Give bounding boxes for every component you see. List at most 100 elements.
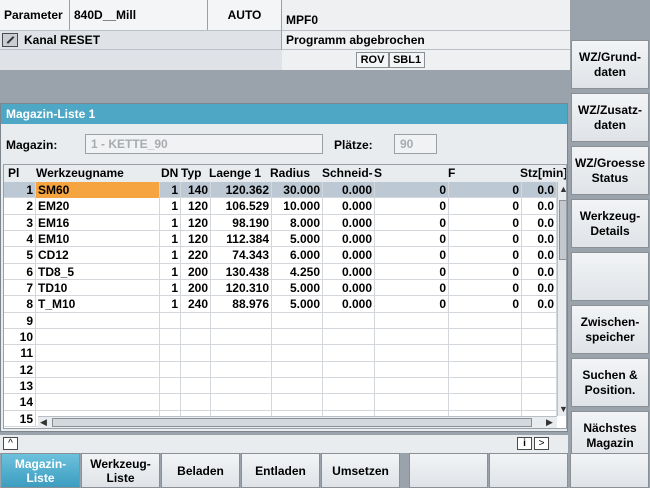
cell-s[interactable]: 0 [375, 279, 449, 296]
horizontal-scrollbar[interactable]: ◀ ▶ [38, 416, 557, 428]
cell-pl[interactable]: 12 [4, 361, 36, 378]
cell-radius[interactable] [272, 328, 323, 345]
cell-dn[interactable] [160, 312, 181, 329]
cell-dn[interactable]: 1 [160, 214, 181, 231]
cell-dn[interactable] [160, 345, 181, 362]
cell-laenge1[interactable] [211, 377, 272, 394]
softkey-wz-zusatzdaten[interactable]: WZ/Zusatz-daten [571, 93, 649, 142]
cell-s[interactable]: 0 [375, 296, 449, 313]
cell-radius[interactable] [272, 345, 323, 362]
scroll-left-icon[interactable]: ◀ [40, 417, 47, 427]
cell-werkzeugname[interactable]: TD10 [36, 279, 160, 296]
cell-schneid[interactable] [323, 377, 375, 394]
cell-s[interactable] [375, 361, 449, 378]
cell-f[interactable]: 0 [449, 182, 522, 198]
cell-s[interactable]: 0 [375, 182, 449, 198]
cell-stz[interactable]: 0.0 [522, 296, 557, 313]
cell-f[interactable] [449, 345, 522, 362]
cell-laenge1[interactable]: 74.343 [211, 247, 272, 264]
softkey-werkzeug-details[interactable]: Werkzeug- Details [571, 199, 649, 248]
cell-s[interactable] [375, 312, 449, 329]
cell-schneid[interactable] [323, 394, 375, 411]
cell-radius[interactable]: 5.000 [272, 296, 323, 313]
softkey-magazin-liste[interactable]: Magazin- Liste [1, 453, 80, 488]
cell-typ[interactable] [181, 345, 211, 362]
scroll-right-icon[interactable]: ▶ [546, 417, 553, 427]
cell-werkzeugname[interactable] [36, 312, 160, 329]
cell-f[interactable] [449, 328, 522, 345]
table-row[interactable]: 7 TD10 1 200 120.310 5.000 0.000 0 0 0.0 [4, 279, 557, 297]
softkey-umsetzen[interactable]: Umsetzen [321, 453, 400, 488]
cell-radius[interactable]: 10.000 [272, 198, 323, 215]
table-row[interactable]: 9 [4, 312, 557, 329]
cell-f[interactable] [449, 377, 522, 394]
cell-dn[interactable]: 1 [160, 263, 181, 280]
softkey-empty-7[interactable] [489, 453, 568, 488]
cell-stz[interactable]: 0.0 [522, 198, 557, 215]
cell-typ[interactable] [181, 328, 211, 345]
next-arrow-icon[interactable]: > [534, 437, 549, 450]
softkey-zwischenspeicher[interactable]: Zwischen-speicher [571, 305, 649, 354]
cell-radius[interactable] [272, 312, 323, 329]
scroll-down-icon[interactable]: ▼ [559, 404, 566, 414]
scroll-up-icon[interactable]: ▲ [559, 184, 566, 194]
cell-pl[interactable]: 5 [4, 247, 36, 264]
cell-pl[interactable]: 4 [4, 230, 36, 247]
cell-schneid[interactable]: 0.000 [323, 247, 375, 264]
cell-radius[interactable]: 5.000 [272, 230, 323, 247]
cell-stz[interactable] [522, 328, 557, 345]
cell-stz[interactable] [522, 394, 557, 411]
softkey-wz-grunddaten[interactable]: WZ/Grund-daten [571, 40, 649, 89]
table-row[interactable]: 3 EM16 1 120 98.190 8.000 0.000 0 0 0.0 [4, 214, 557, 231]
cell-schneid[interactable] [323, 312, 375, 329]
cell-werkzeugname[interactable]: SM60 [36, 182, 160, 198]
cell-schneid[interactable]: 0.000 [323, 296, 375, 313]
cell-schneid[interactable]: 0.000 [323, 182, 375, 198]
table-row[interactable]: 12 [4, 361, 557, 378]
cell-pl[interactable]: 11 [4, 345, 36, 362]
cell-dn[interactable]: 1 [160, 296, 181, 313]
softkey-werkzeug-liste[interactable]: Werkzeug- Liste [81, 453, 160, 488]
cell-radius[interactable] [272, 377, 323, 394]
cell-f[interactable] [449, 312, 522, 329]
softkey-empty-5[interactable] [571, 252, 649, 301]
cell-f[interactable]: 0 [449, 247, 522, 264]
softkey-empty-8[interactable] [570, 453, 649, 488]
cell-typ[interactable]: 120 [181, 230, 211, 247]
cell-werkzeugname[interactable]: T_M10 [36, 296, 160, 313]
cell-typ[interactable] [181, 377, 211, 394]
cell-typ[interactable]: 140 [181, 182, 211, 198]
cell-werkzeugname[interactable] [36, 328, 160, 345]
cell-laenge1[interactable]: 130.438 [211, 263, 272, 280]
cell-typ[interactable] [181, 361, 211, 378]
softkey-entladen[interactable]: Entladen [241, 453, 320, 488]
cell-pl[interactable]: 14 [4, 394, 36, 411]
cell-dn[interactable] [160, 394, 181, 411]
cell-s[interactable]: 0 [375, 198, 449, 215]
cell-schneid[interactable]: 0.000 [323, 279, 375, 296]
cell-s[interactable]: 0 [375, 263, 449, 280]
cell-pl[interactable]: 9 [4, 312, 36, 329]
cell-werkzeugname[interactable]: EM10 [36, 230, 160, 247]
cell-dn[interactable]: 1 [160, 279, 181, 296]
cell-typ[interactable]: 120 [181, 214, 211, 231]
cell-radius[interactable] [272, 361, 323, 378]
cell-radius[interactable]: 30.000 [272, 182, 323, 198]
cell-laenge1[interactable] [211, 328, 272, 345]
cell-s[interactable] [375, 394, 449, 411]
cell-pl[interactable]: 2 [4, 198, 36, 215]
cell-stz[interactable]: 0.0 [522, 182, 557, 198]
cell-s[interactable]: 0 [375, 247, 449, 264]
cell-stz[interactable]: 0.0 [522, 214, 557, 231]
vertical-scrollbar[interactable]: ▲ ▼ [557, 182, 566, 416]
cell-pl[interactable]: 8 [4, 296, 36, 313]
cell-radius[interactable]: 5.000 [272, 279, 323, 296]
table-row[interactable]: 2 EM20 1 120 106.529 10.000 0.000 0 0 0.0 [4, 198, 557, 215]
cell-s[interactable] [375, 377, 449, 394]
cell-werkzeugname[interactable]: CD12 [36, 247, 160, 264]
cell-typ[interactable]: 220 [181, 247, 211, 264]
cell-typ[interactable]: 200 [181, 263, 211, 280]
cell-schneid[interactable] [323, 361, 375, 378]
cell-laenge1[interactable]: 112.384 [211, 230, 272, 247]
cell-f[interactable] [449, 361, 522, 378]
